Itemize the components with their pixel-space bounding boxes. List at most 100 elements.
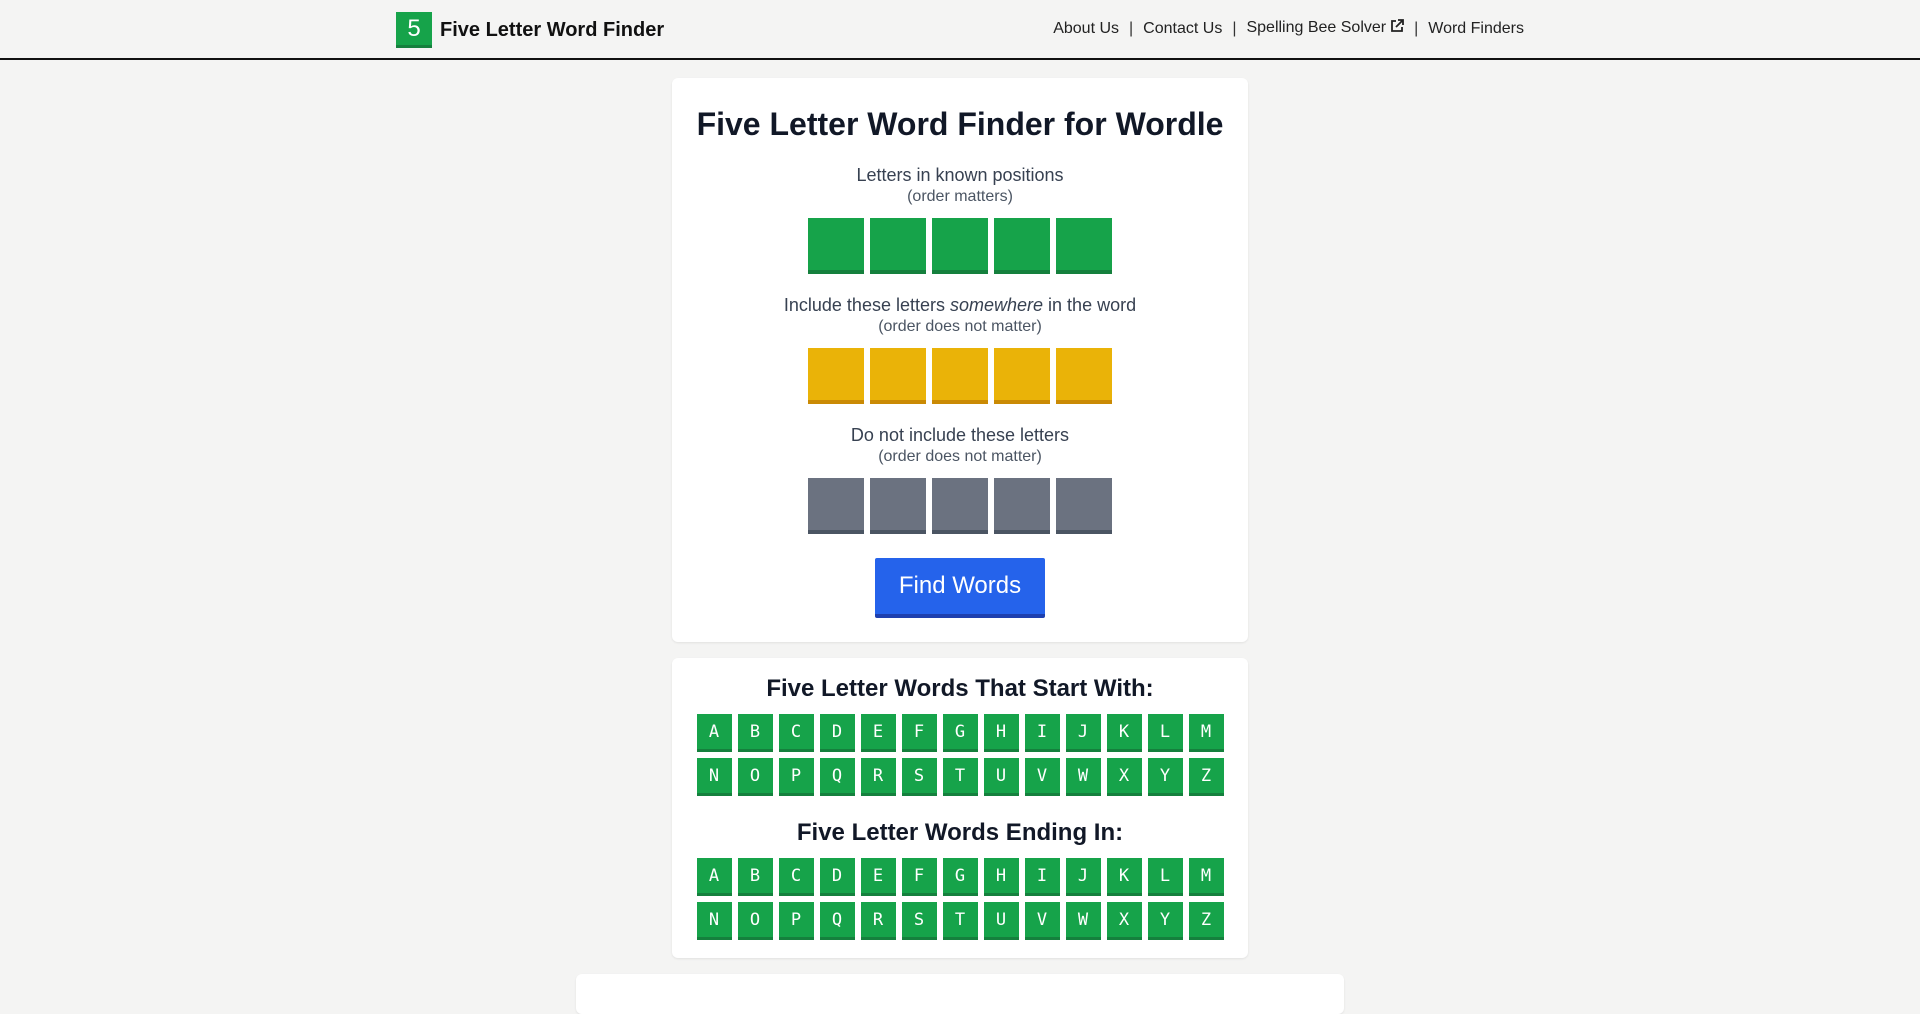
start-with-letter-link[interactable]: Y xyxy=(1147,758,1183,796)
ending-in-letter-link[interactable]: R xyxy=(860,902,896,940)
known-letter-input[interactable] xyxy=(870,218,926,274)
start-with-letter-link[interactable]: A xyxy=(696,714,732,752)
include-letter-input[interactable] xyxy=(808,348,864,404)
known-letter-input[interactable] xyxy=(808,218,864,274)
start-with-letter-link[interactable]: K xyxy=(1106,714,1142,752)
start-with-letter-link[interactable]: P xyxy=(778,758,814,796)
ending-in-letter-link[interactable]: B xyxy=(737,858,773,896)
ending-in-letter-link[interactable]: U xyxy=(983,902,1019,940)
external-link-icon xyxy=(1390,19,1405,38)
start-with-letter-link[interactable]: U xyxy=(983,758,1019,796)
ending-in-letter-link[interactable]: J xyxy=(1065,858,1101,896)
nav-separator: | xyxy=(1232,19,1237,37)
exclude-letter-input[interactable] xyxy=(994,478,1050,534)
nav-contact-us[interactable]: Contact Us xyxy=(1143,20,1222,38)
start-with-letter-link[interactable]: D xyxy=(819,714,855,752)
start-with-letter-link[interactable]: R xyxy=(860,758,896,796)
include-letter-input[interactable] xyxy=(870,348,926,404)
exclude-letter-input[interactable] xyxy=(1056,478,1112,534)
ending-in-grid: ABCDEFGHIJKLM NOPQRSTUVWXYZ xyxy=(672,858,1248,940)
nav-about-us[interactable]: About Us xyxy=(1053,20,1119,38)
site-title[interactable]: Five Letter Word Finder xyxy=(440,19,664,42)
page-title: Five Letter Word Finder for Wordle xyxy=(696,106,1224,142)
ending-in-letter-link[interactable]: A xyxy=(696,858,732,896)
exclude-section: Do not include these letters (order does… xyxy=(672,424,1248,534)
ending-in-letter-link[interactable]: P xyxy=(778,902,814,940)
ending-in-letter-link[interactable]: H xyxy=(983,858,1019,896)
known-section: Letters in known positions (order matter… xyxy=(672,164,1248,274)
start-with-title: Five Letter Words That Start With: xyxy=(766,675,1154,702)
start-with-letter-link[interactable]: W xyxy=(1065,758,1101,796)
include-letter-input[interactable] xyxy=(932,348,988,404)
include-sub: (order does not matter) xyxy=(878,318,1042,335)
ending-in-letter-link[interactable]: W xyxy=(1065,902,1101,940)
start-with-letter-link[interactable]: T xyxy=(942,758,978,796)
start-with-letter-link[interactable]: V xyxy=(1024,758,1060,796)
letter-links-card: Five Letter Words That Start With: ABCDE… xyxy=(672,658,1248,958)
start-with-letter-link[interactable]: F xyxy=(901,714,937,752)
ending-in-letter-link[interactable]: O xyxy=(737,902,773,940)
ending-in-letter-link[interactable]: V xyxy=(1024,902,1060,940)
ending-in-letter-link[interactable]: S xyxy=(901,902,937,940)
include-section: Include these letters somewhere in the w… xyxy=(672,294,1248,404)
start-with-letter-link[interactable]: H xyxy=(983,714,1019,752)
nav-separator: | xyxy=(1414,19,1419,37)
ending-in-letter-link[interactable]: G xyxy=(942,858,978,896)
known-letter-input[interactable] xyxy=(932,218,988,274)
start-with-letter-link[interactable]: N xyxy=(696,758,732,796)
logo[interactable]: 5 xyxy=(396,12,432,48)
start-with-letter-link[interactable]: S xyxy=(901,758,937,796)
nav-word-finders[interactable]: Word Finders xyxy=(1428,20,1524,38)
bottom-card xyxy=(576,974,1344,1014)
find-words-button[interactable]: Find Words xyxy=(875,558,1045,618)
include-label-pre: Include these letters xyxy=(783,295,950,315)
start-with-letter-link[interactable]: O xyxy=(737,758,773,796)
ending-in-letter-link[interactable]: F xyxy=(901,858,937,896)
known-letter-input[interactable] xyxy=(1056,218,1112,274)
ending-in-letter-link[interactable]: D xyxy=(819,858,855,896)
ending-in-letter-link[interactable]: Q xyxy=(819,902,855,940)
start-with-letter-link[interactable]: I xyxy=(1024,714,1060,752)
ending-in-letter-link[interactable]: X xyxy=(1106,902,1142,940)
ending-in-letter-link[interactable]: Z xyxy=(1188,902,1224,940)
include-letter-input[interactable] xyxy=(1056,348,1112,404)
start-with-letter-link[interactable]: Z xyxy=(1188,758,1224,796)
known-tiles xyxy=(672,218,1248,274)
start-with-letter-link[interactable]: B xyxy=(737,714,773,752)
ending-in-letter-link[interactable]: K xyxy=(1106,858,1142,896)
ending-in-letter-link[interactable]: T xyxy=(942,902,978,940)
exclude-letter-input[interactable] xyxy=(932,478,988,534)
ending-in-letter-link[interactable]: C xyxy=(778,858,814,896)
exclude-letter-input[interactable] xyxy=(808,478,864,534)
ending-in-letter-link[interactable]: M xyxy=(1188,858,1224,896)
start-with-letter-link[interactable]: M xyxy=(1188,714,1224,752)
start-with-letter-link[interactable]: C xyxy=(778,714,814,752)
start-with-letter-link[interactable]: J xyxy=(1065,714,1101,752)
known-label: Letters in known positions xyxy=(856,165,1064,185)
known-sub: (order matters) xyxy=(907,188,1013,205)
top-nav: About Us | Contact Us | Spelling Bee Sol… xyxy=(1053,19,1524,38)
nav-spelling-bee-solver[interactable]: Spelling Bee Solver xyxy=(1246,19,1405,38)
include-label: Include these letters somewhere in the w… xyxy=(672,294,1248,316)
include-label-post: in the word xyxy=(1043,295,1137,315)
include-letter-input[interactable] xyxy=(994,348,1050,404)
ending-in-letter-link[interactable]: N xyxy=(696,902,732,940)
ending-in-letter-link[interactable]: L xyxy=(1147,858,1183,896)
start-with-letter-link[interactable]: X xyxy=(1106,758,1142,796)
nav-separator: | xyxy=(1129,19,1134,37)
ending-in-letter-link[interactable]: I xyxy=(1024,858,1060,896)
include-tiles xyxy=(672,348,1248,404)
start-with-grid: ABCDEFGHIJKLM NOPQRSTUVWXYZ xyxy=(672,714,1248,796)
exclude-letter-input[interactable] xyxy=(870,478,926,534)
ending-in-letter-link[interactable]: Y xyxy=(1147,902,1183,940)
known-letter-input[interactable] xyxy=(994,218,1050,274)
ending-in-letter-link[interactable]: E xyxy=(860,858,896,896)
ending-in-title: Five Letter Words Ending In: xyxy=(796,819,1124,846)
start-with-letter-link[interactable]: E xyxy=(860,714,896,752)
start-with-letter-link[interactable]: Q xyxy=(819,758,855,796)
exclude-sub: (order does not matter) xyxy=(878,448,1042,465)
start-with-letter-link[interactable]: L xyxy=(1147,714,1183,752)
word-finder-card: Five Letter Word Finder for Wordle Lette… xyxy=(672,78,1248,642)
brand[interactable]: 5 Five Letter Word Finder xyxy=(396,12,664,48)
start-with-letter-link[interactable]: G xyxy=(942,714,978,752)
